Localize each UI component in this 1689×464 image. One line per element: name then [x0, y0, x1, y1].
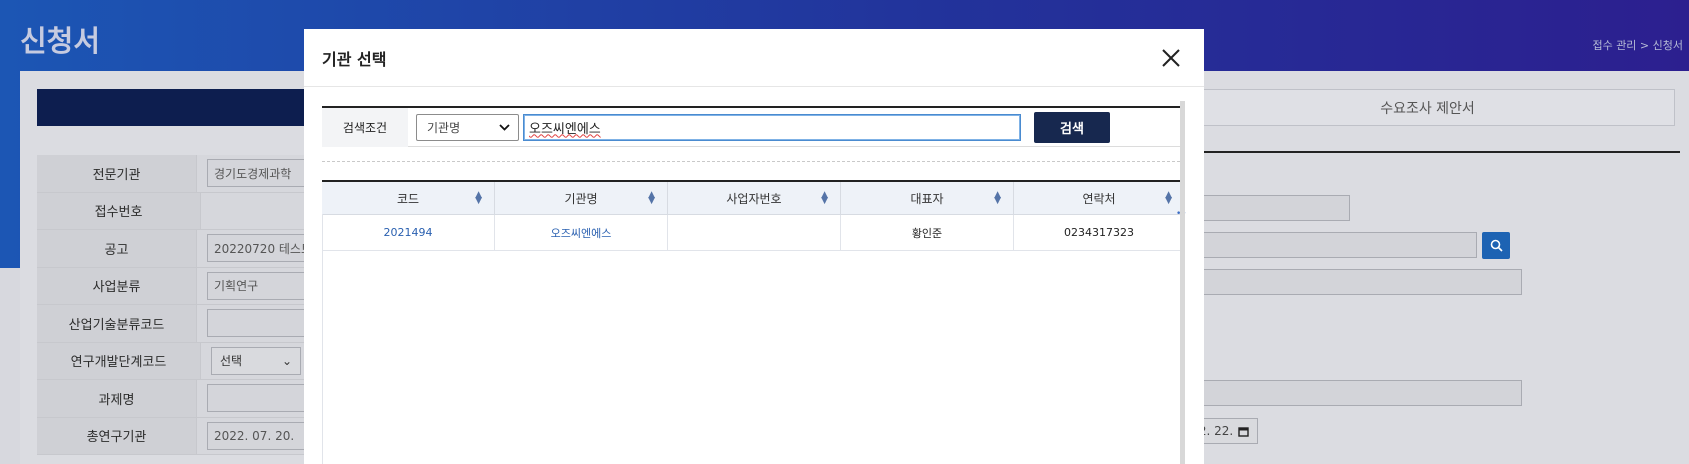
cell-phone: 0234317323	[1014, 215, 1185, 250]
form-row: 과제명	[37, 380, 307, 418]
cell-agency-name[interactable]: 오즈씨엔에스	[495, 215, 668, 250]
calendar-icon	[1238, 426, 1249, 437]
tab-application[interactable]	[37, 89, 337, 126]
search-row: 검색조건 기관명 오즈씨엔에스 검색	[322, 107, 1185, 147]
grid-border	[322, 214, 323, 464]
industry-tech-code-field[interactable]	[207, 309, 307, 338]
tab-divider	[1180, 151, 1680, 153]
project-name-field[interactable]	[207, 384, 307, 413]
page-title: 신청서	[20, 24, 101, 58]
form-label: 산업기술분류코드	[37, 305, 197, 342]
chevron-down-icon	[499, 123, 510, 131]
form-label: 공고	[37, 230, 197, 267]
form-row: 접수번호	[37, 192, 307, 230]
search-condition-value: 기관명	[427, 120, 461, 135]
divider	[322, 161, 1185, 162]
sort-icon[interactable]: ▲ ▼	[475, 191, 482, 206]
form-label: 총연구기관	[37, 417, 197, 454]
search-panel: 검색조건 기관명 오즈씨엔에스 검색	[322, 106, 1185, 147]
vertical-scrollbar[interactable]	[1180, 101, 1185, 464]
form-row: 사업분류 기획연구	[37, 267, 307, 305]
search-button[interactable]: 검색	[1034, 111, 1110, 143]
cell-code[interactable]: 2021494	[322, 215, 495, 250]
form-row: 총연구기관 2022. 07. 20.	[37, 417, 307, 455]
column-header-code[interactable]: 코드 ▲ ▼	[322, 182, 495, 214]
form-row: 전문기관 경기도경제과학	[37, 155, 307, 193]
notice-input[interactable]	[1180, 232, 1477, 258]
chevron-down-icon: ⌄	[281, 353, 292, 368]
sort-icon[interactable]: ▲ ▼	[994, 191, 1001, 206]
sort-icon[interactable]: ▲ ▼	[648, 191, 655, 206]
business-category-input[interactable]	[1180, 269, 1522, 295]
form-row: 산업기술분류코드	[37, 305, 307, 343]
sort-icon[interactable]: ▲ ▼	[1165, 191, 1172, 206]
agency-select-modal: 기관 선택 검색조건 기관명 오즈씨엔에스 검색 코드 ▲ ▼ 기관명 ▲ ▼ 사업자번…	[304, 29, 1204, 464]
modal-header: 기관 선택	[304, 29, 1204, 87]
search-keyword-input[interactable]: 오즈씨엔에스	[523, 113, 1021, 141]
form-label: 연구개발단계코드	[37, 342, 201, 379]
search-icon	[1490, 239, 1503, 252]
receipt-number-input[interactable]	[1180, 195, 1350, 221]
search-condition-label: 검색조건	[322, 107, 408, 147]
tab-demand-survey[interactable]: 수요조사 제안서	[1180, 89, 1675, 126]
sort-icon[interactable]: ▲ ▼	[821, 191, 828, 206]
project-name-input[interactable]	[1180, 380, 1522, 406]
form-row: 공고 20220720 테스트	[37, 230, 307, 268]
notice-field[interactable]: 20220720 테스트	[207, 234, 307, 263]
close-icon	[1162, 48, 1180, 67]
receipt-number-value	[201, 192, 307, 229]
form-label: 사업분류	[37, 267, 197, 304]
close-button[interactable]	[1156, 43, 1186, 73]
column-header-phone[interactable]: 연락처 ▲ ▼	[1014, 182, 1185, 214]
form-label: 과제명	[37, 380, 197, 417]
search-condition-select[interactable]: 기관명	[416, 113, 519, 141]
application-form: 전문기관 경기도경제과학 접수번호 공고 20220720 테스트 사업분류 기…	[37, 155, 307, 455]
form-row: 연구개발단계코드 선택 ⌄	[37, 342, 307, 380]
cell-ceo: 황인준	[841, 215, 1014, 250]
business-category-field[interactable]: 기획연구	[207, 271, 307, 300]
notice-search-button[interactable]	[1482, 232, 1510, 259]
column-header-agency-name[interactable]: 기관명 ▲ ▼	[495, 182, 668, 214]
column-header-ceo[interactable]: 대표자 ▲ ▼	[841, 182, 1014, 214]
grid-header: 코드 ▲ ▼ 기관명 ▲ ▼ 사업자번호 ▲ ▼ 대표자 ▲ ▼ 연락처 ▲ ▼	[322, 182, 1185, 215]
rd-stage-value: 선택	[220, 354, 243, 369]
column-header-business-number[interactable]: 사업자번호 ▲ ▼	[668, 182, 841, 214]
table-row[interactable]: 2021494 오즈씨엔에스 황인준 0234317323	[322, 215, 1185, 251]
agency-result-grid: 코드 ▲ ▼ 기관명 ▲ ▼ 사업자번호 ▲ ▼ 대표자 ▲ ▼ 연락처 ▲ ▼ 2021494 오…	[322, 180, 1185, 251]
start-date-field[interactable]: 2022. 07. 20.	[207, 421, 307, 450]
search-keyword-value: 오즈씨엔에스	[529, 121, 601, 137]
form-label: 접수번호	[37, 192, 201, 229]
breadcrumb[interactable]: 접수 관리 > 신청서	[1592, 37, 1683, 53]
form-label: 전문기관	[37, 155, 197, 192]
rd-stage-select[interactable]: 선택 ⌄	[211, 346, 301, 375]
agency-field[interactable]: 경기도경제과학	[207, 159, 307, 188]
cell-business-number	[668, 215, 841, 250]
modal-title: 기관 선택	[322, 49, 387, 69]
